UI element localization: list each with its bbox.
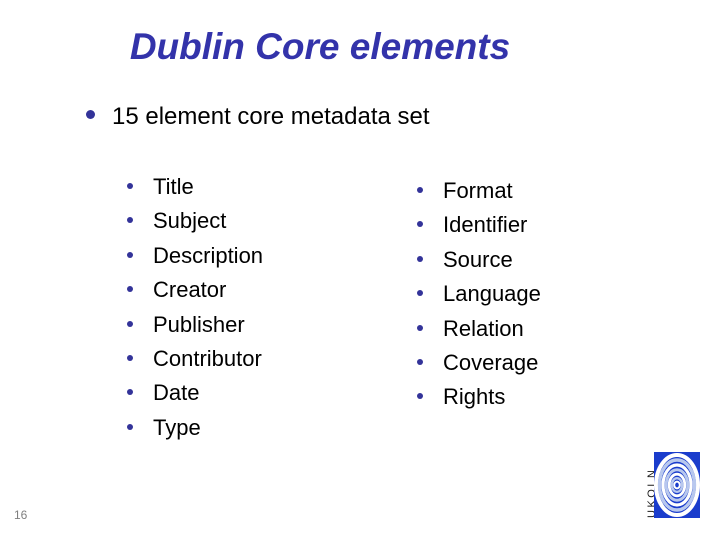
list-item: Language (417, 283, 541, 317)
bullet-dot-icon (417, 324, 423, 331)
element-name: Format (443, 178, 513, 203)
element-name: Publisher (153, 311, 245, 337)
element-name: Title (153, 174, 194, 199)
bullet-dot-icon (127, 183, 133, 189)
element-name: Contributor (153, 345, 262, 371)
list-item: Title (127, 176, 263, 210)
bullet-dot-icon (127, 354, 133, 361)
list-item: Coverage (417, 349, 541, 386)
element-name: Type (153, 414, 201, 440)
list-item: Description (127, 242, 264, 279)
list-item: Date (127, 382, 263, 416)
bullet-dot-icon (127, 423, 133, 430)
page-number: 16 (14, 508, 28, 522)
element-name: Relation (443, 315, 524, 341)
bullet-dot-icon (417, 187, 423, 193)
bullet-dot-icon (417, 393, 423, 400)
bullet-dot-icon (127, 217, 133, 224)
list-item: Type (127, 414, 263, 451)
element-name: Creator (153, 277, 227, 303)
element-list-right-column: Format Identifier Source Language Relati… (417, 180, 541, 421)
lead-bullet-label: 15 element core metadata set (112, 103, 430, 130)
list-item: Relation (417, 315, 541, 352)
lead-bullet-line: 15 element core metadata set (86, 103, 430, 131)
list-item: Creator (127, 279, 263, 313)
element-name: Language (443, 281, 541, 307)
bullet-dot-icon (417, 221, 423, 228)
bullet-dot-icon (417, 358, 423, 365)
list-item: Source (417, 246, 541, 283)
list-item: Rights (417, 386, 541, 420)
element-name: Subject (153, 208, 227, 234)
ukoln-logo: UKOLN (634, 450, 704, 520)
list-item: Identifier (417, 214, 541, 248)
bullet-dot-icon (127, 286, 133, 293)
page-title: Dublin Core elements (129, 26, 511, 67)
bullet-dot-icon (127, 251, 133, 258)
list-item: Publisher (127, 311, 263, 348)
list-item: Subject (127, 210, 263, 244)
bullet-dot-icon (417, 290, 423, 297)
list-item: Contributor (127, 345, 263, 382)
bullet-dot-icon (86, 110, 95, 119)
bullet-dot-icon (417, 255, 423, 262)
slide: Dublin Core elements 15 element core met… (0, 0, 720, 540)
list-item: Format (417, 180, 541, 214)
spiral-icon (654, 452, 700, 518)
element-name: Date (153, 380, 200, 406)
element-name: Source (443, 246, 513, 272)
element-name: Identifier (443, 212, 528, 238)
element-name: Rights (443, 384, 506, 410)
element-list-left-column: Title Subject Description Creator Publis… (127, 176, 263, 451)
element-name: Description (153, 242, 264, 268)
bullet-dot-icon (127, 320, 133, 327)
element-name: Coverage (443, 349, 539, 375)
bullet-dot-icon (127, 389, 133, 396)
